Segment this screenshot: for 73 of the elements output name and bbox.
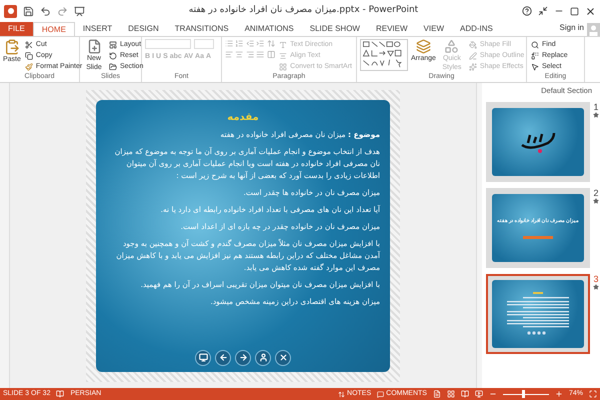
slide-number: 3 [593,274,598,284]
ribbon-tab[interactable]: REVIEW [368,22,416,36]
folder-icon [109,62,117,70]
window-title: میزان مصرف نان افراد خانواده در هفته.pptx - PowerPoint [188,4,420,18]
next-button[interactable] [235,350,251,366]
previous-button[interactable] [215,350,231,366]
search-icon [531,40,539,48]
ribbon-options-icon[interactable] [538,6,548,16]
help-icon[interactable] [522,6,532,16]
sign-in-link[interactable]: Sign in [560,22,584,34]
copy-icon [24,52,33,60]
align-icon [279,52,288,60]
clipboard-icon [4,39,20,55]
star-icon [593,198,599,204]
zoom-in-icon[interactable] [554,390,563,398]
fit-slide-icon[interactable] [589,390,597,398]
layout-icon [109,40,117,48]
scrollbar[interactable] [476,83,482,388]
close-icon[interactable] [585,6,596,16]
slide-title: مقدمه [227,110,259,124]
ribbon-tab[interactable]: VIEW [416,22,452,36]
monitor-button[interactable] [195,350,211,366]
ribbon-tab[interactable]: INSERT [74,22,120,36]
previous-icon [218,353,228,362]
zoom-slider[interactable] [502,390,549,398]
person-icon [258,353,268,362]
close-icon [278,353,288,362]
monitor-icon [198,353,208,362]
restore-icon[interactable] [570,6,579,16]
replace-icon [531,52,539,60]
reading-view-icon[interactable] [460,390,469,398]
ribbon-tab[interactable]: DESIGN [120,22,167,36]
slide-thumbnail[interactable] [486,102,590,182]
text-icon [279,40,288,48]
grid-icon [279,62,288,70]
save-icon[interactable] [23,6,34,16]
ribbon-tab[interactable]: SLIDE SHOW [302,22,368,36]
new-slide-icon [86,39,102,54]
slide-sorter-icon[interactable] [446,390,455,398]
scissors-icon [24,40,33,48]
comment-icon [377,390,384,398]
slide-number: 2 [593,188,598,198]
layers-icon [416,39,431,54]
subtitle-line-drawing [523,236,553,238]
slide-number: 1 [593,102,598,112]
slide-thumbnail[interactable] [486,274,590,354]
app-logo-icon [4,4,17,18]
star-icon [593,112,599,118]
slideshow-icon[interactable] [474,390,483,398]
ribbon-tab[interactable]: ADD-INS [452,22,501,36]
undo-icon[interactable] [40,6,51,16]
next-icon [238,353,248,362]
person-button[interactable] [255,350,271,366]
slideshow-icon[interactable] [74,6,85,16]
spelling-icon [56,390,64,398]
redo-icon[interactable] [57,6,68,16]
paintbrush-icon [24,62,33,70]
reset-icon [109,52,117,60]
shapes-gallery-icon[interactable] [360,39,408,71]
zoom-slider-thumb[interactable] [522,390,526,398]
paint-bucket-icon [468,40,477,48]
pointer-icon [531,62,539,70]
star-icon [593,284,599,290]
normal-view-icon[interactable] [432,390,441,398]
ribbon-tab[interactable]: HOME [32,22,75,36]
sparkles-icon [468,62,477,70]
notes-icon [338,390,346,398]
close-button[interactable] [275,350,291,366]
pen-icon [468,52,477,60]
ribbon-tab[interactable]: ANIMATIONS [236,22,302,36]
ribbon-tab[interactable]: TRANSITIONS [166,22,237,36]
file-tab[interactable]: FILE [0,22,33,36]
shapes-icon [444,39,460,54]
